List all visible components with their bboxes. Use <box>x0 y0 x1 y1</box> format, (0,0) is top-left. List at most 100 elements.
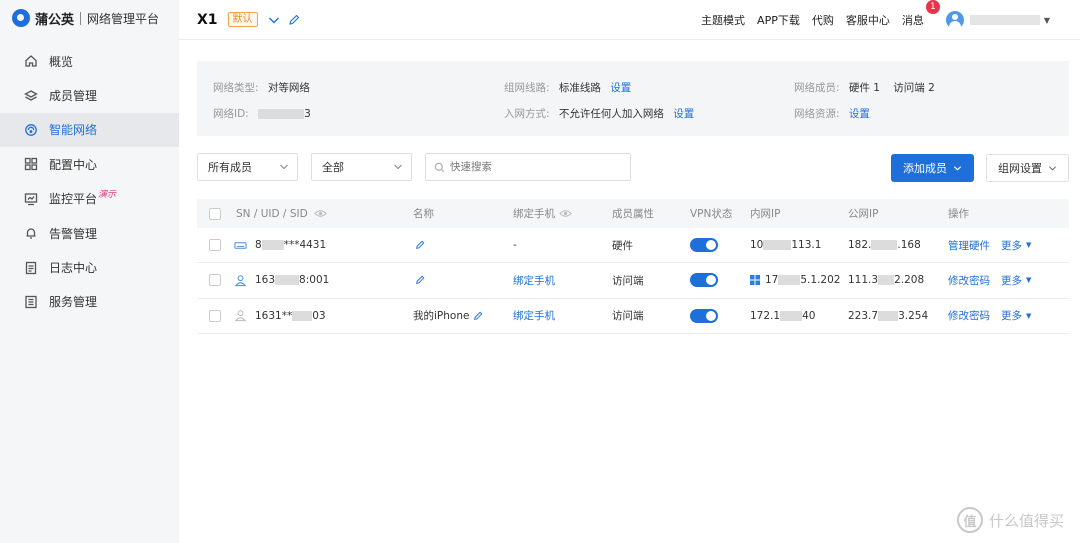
vpn-toggle[interactable] <box>690 308 718 323</box>
bind-phone-link[interactable]: 绑定手机 <box>513 263 555 297</box>
sidebar: 蒲公英 网络管理平台 概览 成员管理 智能网络 配置中心 监控平台 演示 告警管… <box>0 0 179 543</box>
row-name <box>415 228 425 262</box>
add-member-button[interactable]: 添加成员 <box>891 154 974 182</box>
caret-down-icon[interactable]: ▼ <box>1026 241 1031 249</box>
caret-down-icon[interactable]: ▼ <box>1026 276 1031 284</box>
col-wan-ip: 公网IP <box>848 208 879 220</box>
sidebar-item-monitor[interactable]: 监控平台 演示 <box>0 182 179 216</box>
service-icon <box>24 295 38 309</box>
route-settings-link[interactable]: 设置 <box>610 82 631 94</box>
edit-icon[interactable] <box>415 275 425 285</box>
row-sn: 8 ***4431 <box>234 228 326 262</box>
chevron-down-icon <box>953 165 962 171</box>
sidebar-item-members[interactable]: 成员管理 <box>0 78 179 112</box>
members-table: SN / UID / SID 名称 绑定手机 成员属性 VPN状态 内网IP 公… <box>197 199 1069 334</box>
col-sn: SN / UID / SID <box>236 199 327 228</box>
log-icon <box>24 261 38 275</box>
resources-settings-link[interactable]: 设置 <box>849 108 870 120</box>
sidebar-item-overview[interactable]: 概览 <box>0 44 179 78</box>
edit-icon[interactable] <box>473 311 483 321</box>
caret-down-icon[interactable]: ▼ <box>1026 312 1031 320</box>
row-attr: 访问端 <box>612 310 644 323</box>
default-tag: 默认 <box>227 12 258 27</box>
sidebar-item-label: 告警管理 <box>49 226 98 241</box>
top-header: X1 默认 主题模式 APP下载 代购 客服中心 消息 1 ▼ <box>179 0 1080 40</box>
row-wan-ip: 182. .168 <box>848 239 921 252</box>
network-id: 网络ID: 3 <box>213 108 311 120</box>
chevron-down-icon[interactable] <box>268 14 280 26</box>
avatar[interactable] <box>945 11 964 29</box>
sidebar-item-alerts[interactable]: 告警管理 <box>0 216 179 250</box>
sidebar-item-smart-network[interactable]: 智能网络 <box>0 112 179 148</box>
row-name <box>415 263 425 297</box>
theme-mode-link[interactable]: 主题模式 <box>701 12 745 28</box>
watermark-logo-icon: 值 <box>956 507 983 533</box>
sidebar-item-label: 成员管理 <box>49 89 98 104</box>
sidebar-item-label: 配置中心 <box>49 157 98 172</box>
col-ops: 操作 <box>948 208 969 220</box>
more-link[interactable]: 更多 <box>1001 238 1022 253</box>
status-filter-select[interactable]: 全部 <box>311 153 412 181</box>
watermark: 值 什么值得买 <box>956 507 1064 533</box>
row-attr: 访问端 <box>612 274 644 287</box>
sidebar-item-label: 监控平台 <box>49 192 98 207</box>
edit-icon[interactable] <box>288 14 300 26</box>
bell-icon <box>24 226 38 240</box>
app-download-link[interactable]: APP下载 <box>757 12 800 28</box>
header-actions: 主题模式 APP下载 代购 客服中心 消息 1 ▼ <box>689 0 1050 40</box>
more-link[interactable]: 更多 <box>1001 273 1022 288</box>
network-icon <box>24 123 38 137</box>
join-method: 入网方式: 不允许任何人加入网络 设置 <box>504 108 695 120</box>
redacted <box>275 275 300 286</box>
purchase-link[interactable]: 代购 <box>812 12 834 28</box>
sidebar-item-services[interactable]: 服务管理 <box>0 285 179 319</box>
member-filter-select[interactable]: 所有成员 <box>197 153 298 181</box>
sidebar-item-config[interactable]: 配置中心 <box>0 147 179 181</box>
row-sn: 1631** 03 <box>234 299 326 333</box>
caret-down-icon[interactable]: ▼ <box>1044 16 1050 25</box>
row-lan-ip: 10 113.1 <box>750 239 822 252</box>
sidebar-item-label: 服务管理 <box>49 295 98 310</box>
chevron-down-icon <box>394 164 402 170</box>
messages-link[interactable]: 消息 1 <box>901 0 940 28</box>
row-checkbox[interactable] <box>209 239 221 252</box>
messages-label: 消息 <box>901 14 924 27</box>
manage-hardware-link[interactable]: 管理硬件 <box>948 238 990 253</box>
chevron-down-icon <box>280 164 288 170</box>
change-password-link[interactable]: 修改密码 <box>948 273 990 288</box>
network-info-panel: 网络类型: 对等网络 网络ID: 3 组网线路: 标准线路 设置 入网方式: 不… <box>197 61 1069 136</box>
search-input[interactable] <box>450 161 620 173</box>
row-phone: - <box>513 239 517 252</box>
more-link[interactable]: 更多 <box>1001 308 1022 323</box>
row-checkbox[interactable] <box>209 309 221 322</box>
search-box[interactable] <box>425 153 631 181</box>
col-lan-ip: 内网IP <box>750 208 781 220</box>
sidebar-nav: 概览 成员管理 智能网络 配置中心 监控平台 演示 告警管理 日志中心 服务管理 <box>0 44 179 319</box>
network-type: 网络类型: 对等网络 <box>213 82 310 94</box>
vpn-toggle[interactable] <box>690 238 718 253</box>
logo-icon <box>12 9 30 27</box>
sidebar-item-label: 日志中心 <box>49 261 98 276</box>
vpn-toggle[interactable] <box>690 273 718 288</box>
row-checkbox[interactable] <box>209 274 221 287</box>
table-header: SN / UID / SID 名称 绑定手机 成员属性 VPN状态 内网IP 公… <box>197 199 1069 228</box>
row-sn: 163 8:001 <box>234 263 329 297</box>
join-settings-link[interactable]: 设置 <box>673 108 694 120</box>
bind-phone-link[interactable]: 绑定手机 <box>513 299 555 333</box>
logo-divider <box>80 11 82 25</box>
table-row: 163 8:001 绑定手机 访问端 17 5.1.202 111.3 2.208 修… <box>197 263 1069 299</box>
network-name: X1 <box>197 11 218 28</box>
edit-icon[interactable] <box>415 240 425 250</box>
change-password-link[interactable]: 修改密码 <box>948 308 990 323</box>
select-all-checkbox[interactable] <box>209 207 221 220</box>
sidebar-item-logs[interactable]: 日志中心 <box>0 250 179 284</box>
row-lan-ip: 172.1 40 <box>750 309 816 322</box>
support-link[interactable]: 客服中心 <box>846 12 890 28</box>
eye-icon[interactable] <box>313 209 327 218</box>
brand-name: 蒲公英 <box>35 12 75 28</box>
group-settings-button[interactable]: 组网设置 <box>986 154 1069 182</box>
logo[interactable]: 蒲公英 网络管理平台 <box>0 0 179 36</box>
col-vpn: VPN状态 <box>690 208 733 220</box>
eye-icon[interactable] <box>559 209 572 218</box>
redacted <box>292 310 313 321</box>
